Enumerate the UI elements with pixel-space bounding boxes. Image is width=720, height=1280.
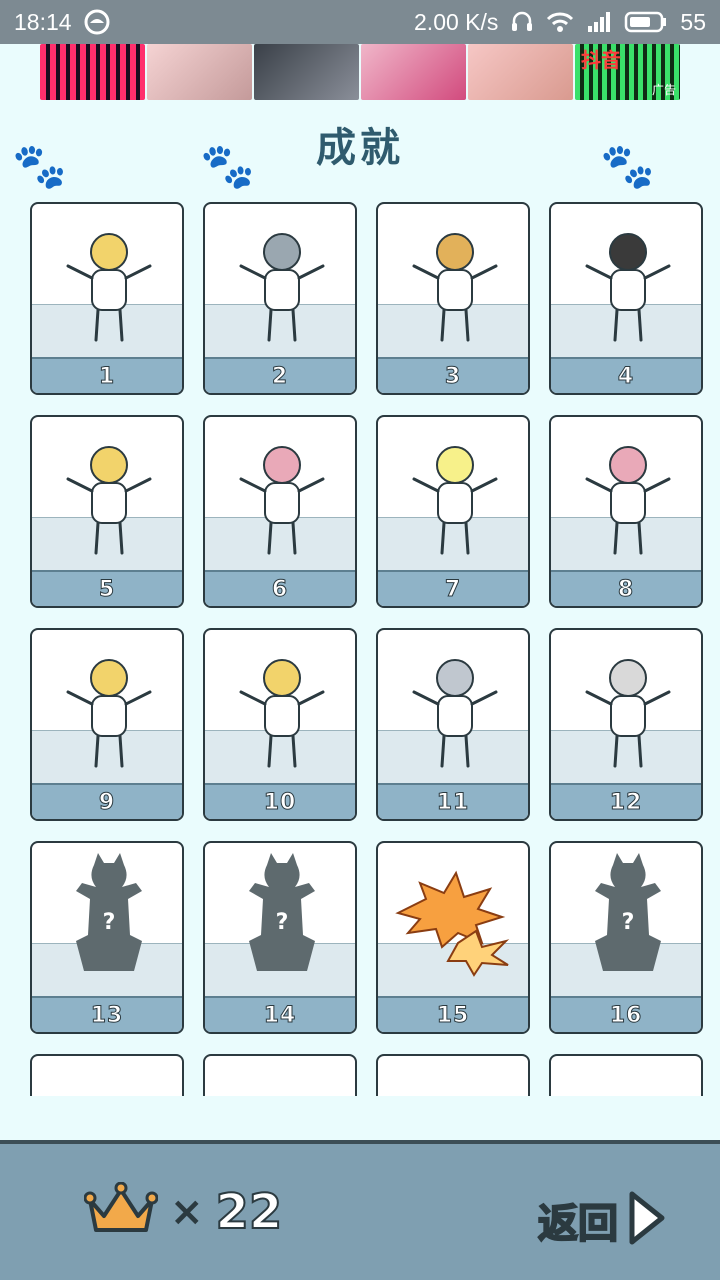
achievement-illustration <box>66 446 152 555</box>
achievement-card[interactable]: 8 <box>549 415 703 608</box>
achievement-number: 4 <box>551 357 701 393</box>
crown-counter: × 22 <box>83 1181 284 1242</box>
achievement-illustration <box>66 659 152 768</box>
locked-silhouette-icon: ? <box>595 853 661 971</box>
achievement-number: 16 <box>551 996 701 1032</box>
ad-label: 广告 <box>651 83 676 97</box>
achievement-number: 5 <box>32 570 182 606</box>
achievement-card[interactable]: 7 <box>376 415 530 608</box>
achievement-illustration <box>66 233 152 342</box>
play-arrow-icon <box>626 1190 666 1250</box>
battery-level: 55 <box>680 8 706 35</box>
achievement-card[interactable]: ? 13 <box>30 841 184 1034</box>
ad-tile <box>254 44 359 100</box>
network-speed: 2.00 K/s <box>414 8 499 35</box>
achievement-illustration <box>239 659 325 768</box>
achievement-illustration <box>239 446 325 555</box>
achievement-card[interactable]: 10 <box>203 628 357 821</box>
grid-fade <box>0 1100 720 1140</box>
achievement-card[interactable]: 18 <box>203 1054 357 1096</box>
battery-icon <box>624 11 668 33</box>
achievement-illustration <box>585 659 671 768</box>
locked-silhouette-icon: ? <box>249 853 315 971</box>
achievements-grid: 123456789101112?13?1415?1617181920 <box>30 202 703 1096</box>
achievement-card[interactable]: 9 <box>30 628 184 821</box>
achievement-card[interactable]: 19 <box>376 1054 530 1096</box>
crown-count: 22 <box>215 1183 284 1241</box>
achievement-card[interactable]: 1 <box>30 202 184 395</box>
achievement-illustration <box>412 446 498 555</box>
achievement-illustration <box>412 233 498 342</box>
achievements-scroll-area[interactable]: 123456789101112?13?1415?1617181920 <box>0 200 720 1096</box>
headset-icon <box>510 10 534 34</box>
locked-silhouette-icon: ? <box>76 853 142 971</box>
ad-tile <box>40 44 145 100</box>
achievement-card[interactable]: 4 <box>549 202 703 395</box>
achievement-number: 6 <box>205 570 355 606</box>
achievement-illustration <box>205 1056 357 1096</box>
page-title: 成就 <box>316 125 404 171</box>
achievement-card[interactable]: 5 <box>30 415 184 608</box>
status-right: 2.00 K/s 55 <box>414 9 706 36</box>
ad-tile <box>147 44 252 100</box>
achievement-number: 2 <box>205 357 355 393</box>
achievement-card[interactable]: 20 <box>549 1054 703 1096</box>
crown-icon <box>83 1181 159 1242</box>
achievement-illustration <box>551 1056 703 1096</box>
achievement-card[interactable]: 3 <box>376 202 530 395</box>
achievement-illustration <box>585 233 671 342</box>
status-left: 18:14 <box>14 9 110 36</box>
achievement-number: 12 <box>551 783 701 819</box>
back-button[interactable]: 返回 <box>537 1190 666 1250</box>
achievement-number: 11 <box>378 783 528 819</box>
achievement-card[interactable]: 15 <box>376 841 530 1034</box>
achievement-number: 13 <box>32 996 182 1032</box>
ad-tile <box>468 44 573 100</box>
status-bar: 18:14 2.00 K/s 55 <box>0 0 720 44</box>
achievement-illustration <box>378 1056 530 1096</box>
times-sign: × <box>170 1189 204 1235</box>
app-notification-icon <box>84 9 110 35</box>
svg-text:?: ? <box>103 910 116 935</box>
status-time: 18:14 <box>14 8 72 35</box>
achievement-card[interactable]: 12 <box>549 628 703 821</box>
signal-icon <box>586 10 612 34</box>
achievement-illustration <box>585 446 671 555</box>
achievement-number: 14 <box>205 996 355 1032</box>
ad-tile <box>361 44 466 100</box>
ad-brand: 抖音 <box>581 48 621 72</box>
svg-text:?: ? <box>622 910 635 935</box>
back-label: 返回 <box>537 1200 619 1248</box>
achievement-card[interactable]: ? 14 <box>203 841 357 1034</box>
achievement-card[interactable]: 6 <box>203 415 357 608</box>
achievement-card[interactable]: 17 <box>30 1054 184 1096</box>
achievement-illustration <box>412 659 498 768</box>
achievement-card[interactable]: 11 <box>376 628 530 821</box>
ad-banner[interactable]: 抖音 广告 <box>40 44 680 100</box>
svg-text:?: ? <box>276 910 289 935</box>
achievement-number: 9 <box>32 783 182 819</box>
achievement-illustration <box>239 233 325 342</box>
achievement-illustration <box>32 1056 184 1096</box>
achievement-card[interactable]: ? 16 <box>549 841 703 1034</box>
achievement-number: 7 <box>378 570 528 606</box>
achievement-number: 10 <box>205 783 355 819</box>
achievement-illustration <box>395 870 510 977</box>
ad-tile: 抖音 广告 <box>575 44 680 100</box>
bottom-bar: × 22 返回 <box>0 1140 720 1280</box>
wifi-icon <box>546 11 574 33</box>
achievement-number: 1 <box>32 357 182 393</box>
achievement-number: 8 <box>551 570 701 606</box>
achievement-card[interactable]: 2 <box>203 202 357 395</box>
achievement-number: 3 <box>378 357 528 393</box>
achievement-number: 15 <box>378 996 528 1032</box>
